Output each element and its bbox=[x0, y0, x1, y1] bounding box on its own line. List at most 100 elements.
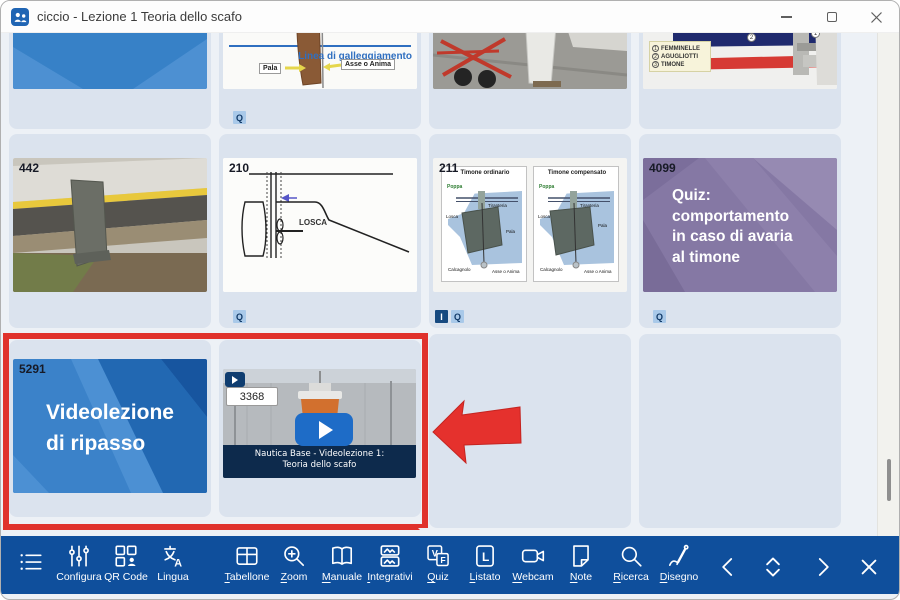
minimize-button[interactable] bbox=[764, 1, 809, 33]
slide-grid: Linea di galleggiamento Pala Asse o Anim… bbox=[1, 33, 900, 536]
close-button[interactable] bbox=[854, 1, 899, 33]
slide-card-trailer-photo[interactable] bbox=[429, 33, 631, 129]
asse-anima-label: Asse o Anima bbox=[584, 269, 616, 274]
asse-anima-label: Asse o Anima bbox=[492, 269, 524, 274]
app-window: ciccio - Lezione 1 Teoria dello scafo bbox=[0, 0, 900, 600]
hull-rudder-photo bbox=[13, 158, 207, 292]
pen-icon bbox=[666, 543, 692, 569]
slide-thumbnail: Videolezione di ripasso 5291 bbox=[13, 359, 207, 493]
empty-slide-card[interactable] bbox=[429, 334, 631, 528]
scrollbar-track[interactable] bbox=[877, 33, 900, 536]
chevron-left-icon bbox=[713, 552, 743, 582]
video-play-badge-icon bbox=[225, 372, 245, 387]
poppa-label: Poppa bbox=[447, 184, 462, 190]
videolezione-slide-text: Videolezione di ripasso bbox=[46, 397, 174, 459]
video-play-button[interactable] bbox=[295, 413, 353, 446]
play-icon bbox=[232, 376, 238, 384]
quiz-slide-line: in caso di avaria bbox=[672, 227, 793, 248]
legend-text: AGUGLIOTTI bbox=[661, 54, 698, 60]
slide-thumbnail: Quiz: comportamento in caso di avaria al… bbox=[643, 158, 837, 292]
slide-card-5291-videolezione[interactable]: Videolezione di ripasso 5291 bbox=[9, 340, 211, 517]
toolbar-item-note[interactable]: Note bbox=[553, 543, 609, 583]
search-icon bbox=[618, 543, 644, 569]
letter-square-icon: L bbox=[472, 543, 498, 569]
losca-label: LOSCA bbox=[299, 218, 327, 227]
quiz-badge[interactable]: Q bbox=[233, 310, 246, 323]
video-thumbnail[interactable]: 3368 Nautica Base - Videolezione 1: Teor… bbox=[223, 369, 416, 478]
slide-number: 5291 bbox=[19, 362, 46, 376]
scrollbar-thumb[interactable] bbox=[887, 459, 891, 501]
svg-text:A: A bbox=[174, 557, 182, 569]
slide-number: 4099 bbox=[649, 161, 676, 175]
pala-label: Pala bbox=[506, 229, 515, 234]
slide-card-211[interactable]: Timone ordinario Poppa Tiranteria Losca bbox=[429, 134, 631, 328]
slide-card-blue-graphic[interactable] bbox=[9, 33, 211, 129]
slide-card-4099[interactable]: Quiz: comportamento in caso di avaria al… bbox=[639, 134, 841, 328]
svg-text:L: L bbox=[482, 550, 489, 564]
slide-card-210[interactable]: 210 LOSCA Q bbox=[219, 134, 421, 328]
quiz-badge[interactable]: Q bbox=[451, 310, 464, 323]
losca-label: Losca bbox=[446, 214, 458, 219]
grid-icon bbox=[234, 543, 260, 569]
legend-number: 2 bbox=[652, 53, 659, 60]
slide-card-stern-fittings[interactable]: 1 FEMMINELLE 2 AGUGLIOTTI 3 TIMONE 2 1 bbox=[639, 33, 841, 129]
toolbar-close-button[interactable] bbox=[849, 549, 889, 585]
expand-collapse-button[interactable] bbox=[753, 549, 793, 585]
slide-thumbnail bbox=[13, 33, 207, 89]
mini-title: Timone compensato bbox=[547, 170, 607, 177]
toolbar-label: Lingua bbox=[145, 571, 201, 583]
trailer-photo bbox=[433, 33, 627, 89]
toolbar-item-lingua[interactable]: A Lingua bbox=[145, 543, 201, 583]
toolbar: Configura QR Code A Lingua bbox=[1, 536, 900, 594]
zoom-in-icon bbox=[281, 543, 307, 569]
quiz-badge[interactable]: Q bbox=[233, 111, 246, 124]
timone-ordinario-frame: Timone ordinario Poppa Tiranteria Losca bbox=[441, 166, 527, 282]
toolbar-item-disegno[interactable]: Disegno bbox=[651, 543, 707, 583]
videolezione-line: Videolezione bbox=[46, 397, 174, 428]
quiz-badge[interactable]: Q bbox=[653, 310, 666, 323]
quiz-slide-line: al timone bbox=[672, 248, 793, 269]
close-icon bbox=[854, 552, 884, 582]
slide-thumbnail: 1 FEMMINELLE 2 AGUGLIOTTI 3 TIMONE 2 1 bbox=[643, 33, 837, 89]
empty-slide-card[interactable] bbox=[639, 334, 841, 528]
list-icon bbox=[18, 549, 44, 575]
poppa-label: Poppa bbox=[539, 184, 554, 190]
slide-thumbnail: Timone ordinario Poppa Tiranteria Losca bbox=[433, 158, 627, 292]
video-card-3368[interactable]: 3368 Nautica Base - Videolezione 1: Teor… bbox=[219, 340, 421, 517]
window-title: ciccio - Lezione 1 Teoria dello scafo bbox=[37, 9, 242, 24]
legend-text: TIMONE bbox=[661, 62, 684, 68]
video-caption-line: Teoria dello scafo bbox=[223, 460, 416, 471]
legend-text: FEMMINELLE bbox=[661, 46, 700, 52]
webcam-icon bbox=[520, 543, 546, 569]
legend-row: 3 TIMONE bbox=[652, 61, 708, 68]
note-icon bbox=[568, 543, 594, 569]
quiz-slide-line: Quiz: bbox=[672, 186, 793, 207]
slide-thumbnail: 210 LOSCA bbox=[223, 158, 417, 292]
tiranteria-label: Tiranteria bbox=[580, 203, 599, 208]
calcagnolo-label: Calcagnolo bbox=[448, 267, 471, 272]
book-icon bbox=[329, 543, 355, 569]
slide-card-442[interactable]: 442 bbox=[9, 134, 211, 328]
legend-row: 2 AGUGLIOTTI bbox=[652, 53, 708, 60]
maximize-button[interactable] bbox=[809, 1, 854, 33]
quiz-slide-text: Quiz: comportamento in caso di avaria al… bbox=[672, 186, 793, 268]
slide-thumbnail: 442 bbox=[13, 158, 207, 292]
next-button[interactable] bbox=[803, 549, 843, 585]
marker-2: 2 bbox=[747, 33, 756, 42]
video-caption: Nautica Base - Videolezione 1: Teoria de… bbox=[223, 445, 416, 478]
videolezione-line: di ripasso bbox=[46, 428, 174, 459]
fittings-legend-note: 1 FEMMINELLE 2 AGUGLIOTTI 3 TIMONE bbox=[649, 41, 711, 72]
mini-title: Timone ordinario bbox=[455, 170, 515, 177]
info-badge[interactable]: I bbox=[435, 310, 448, 323]
play-icon bbox=[319, 421, 333, 439]
close-icon bbox=[870, 11, 883, 24]
language-icon: A bbox=[160, 543, 186, 569]
previous-button[interactable] bbox=[708, 549, 748, 585]
true-false-icon: V F bbox=[425, 543, 451, 569]
slide-card-rudder-waterline[interactable]: Linea di galleggiamento Pala Asse o Anim… bbox=[219, 33, 421, 129]
losca-label: Losca bbox=[538, 214, 550, 219]
tiranteria-label: Tiranteria bbox=[488, 203, 507, 208]
maximize-icon bbox=[827, 12, 837, 22]
qr-code-icon bbox=[113, 543, 139, 569]
chevron-right-icon bbox=[808, 552, 838, 582]
